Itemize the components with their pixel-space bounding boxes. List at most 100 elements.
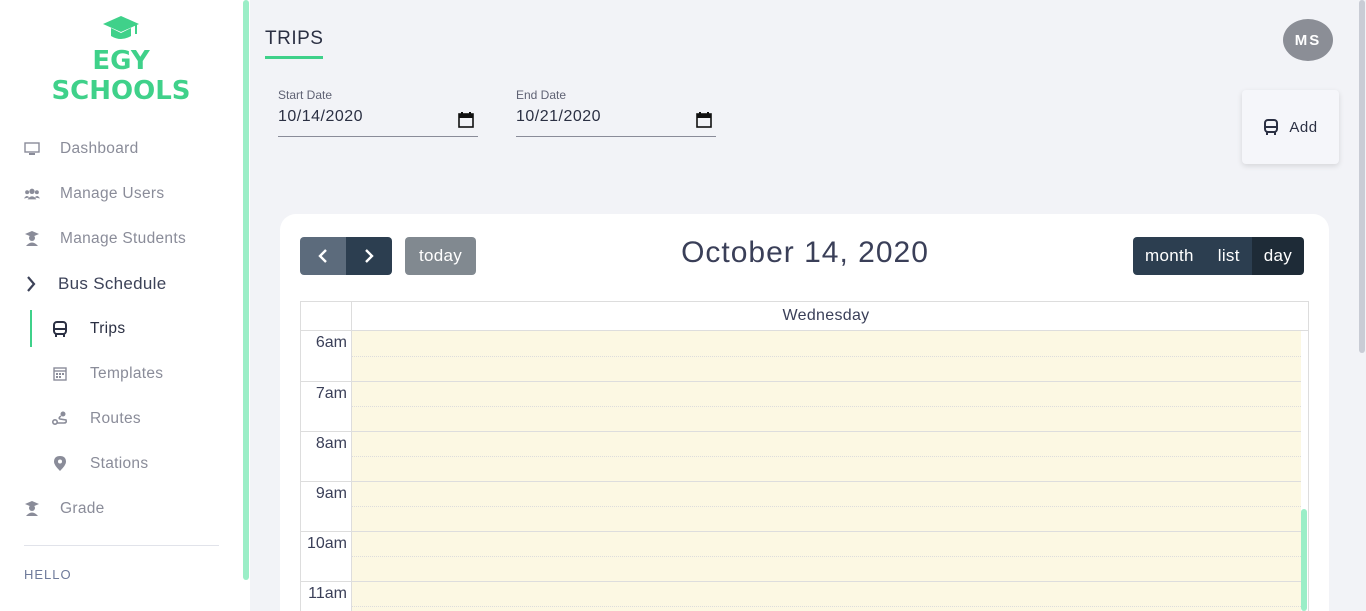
start-date-field[interactable]: Start Date 10/14/2020 — [278, 88, 478, 137]
calendar-nav-group — [300, 237, 392, 275]
slot-cell[interactable] — [352, 506, 1301, 531]
sidebar: EGY SCHOOLS Dashboard Manage Users Manag… — [0, 0, 250, 611]
prev-button[interactable] — [300, 237, 346, 275]
time-slot: 8am — [301, 431, 1308, 456]
sidebar-item-routes[interactable]: Routes — [0, 396, 243, 441]
time-label: 10am — [301, 531, 352, 556]
day-grid: Wednesday 6am 7am 8am 9am 10am 11am — [300, 301, 1309, 611]
time-slot — [301, 556, 1308, 581]
time-label: 11am — [301, 581, 352, 606]
sidebar-item-label: Manage Users — [60, 184, 165, 202]
slot-cell[interactable] — [352, 556, 1301, 581]
chevron-right-icon — [365, 249, 374, 263]
add-button-label: Add — [1289, 118, 1318, 136]
time-slot — [301, 456, 1308, 481]
time-label: 7am — [301, 381, 352, 406]
sidebar-scrollbar[interactable] — [243, 0, 249, 580]
sidebar-item-label: Routes — [90, 409, 141, 427]
end-date-value[interactable]: 10/21/2020 — [516, 108, 601, 125]
view-day-button[interactable]: day — [1251, 237, 1305, 275]
users-icon — [24, 186, 40, 202]
slot-cell[interactable] — [352, 431, 1301, 456]
sidebar-item-label: Bus Schedule — [58, 273, 167, 293]
start-date-label: Start Date — [278, 88, 333, 102]
time-slot — [301, 606, 1308, 611]
time-slot — [301, 506, 1308, 531]
brand-name: EGY SCHOOLS — [51, 46, 191, 106]
avatar[interactable]: MS — [1283, 19, 1333, 61]
sidebar-item-templates[interactable]: Templates — [0, 351, 243, 396]
sidebar-item-bus-schedule[interactable]: Bus Schedule — [0, 261, 243, 306]
today-button[interactable]: today — [405, 237, 476, 275]
time-label: 8am — [301, 431, 352, 456]
time-label-empty — [301, 556, 352, 581]
brand-logo[interactable]: EGY SCHOOLS — [36, 14, 206, 106]
graduation-cap-icon — [103, 16, 139, 39]
bus-icon — [1264, 119, 1279, 135]
calendar-scrollbar[interactable] — [1301, 509, 1307, 611]
route-icon — [52, 411, 68, 427]
time-label: 6am — [301, 331, 352, 356]
chevron-right-icon — [24, 275, 38, 292]
sidebar-item-label: Templates — [90, 364, 164, 382]
sidebar-item-manage-students[interactable]: Manage Students — [0, 216, 243, 261]
calendar-title: October 14, 2020 — [681, 236, 929, 269]
time-slot: 7am — [301, 381, 1308, 406]
view-month-button[interactable]: month — [1133, 237, 1206, 275]
end-date-field[interactable]: End Date 10/21/2020 — [516, 88, 716, 137]
sidebar-divider — [24, 545, 219, 546]
calendar-icon — [52, 366, 68, 382]
time-slot: 9am — [301, 481, 1308, 506]
sidebar-item-label: Stations — [90, 454, 149, 472]
sidebar-item-label: Dashboard — [60, 139, 139, 157]
sidebar-footer-text: HELLO — [24, 567, 72, 582]
time-slot — [301, 406, 1308, 431]
time-slots: 6am 7am 8am 9am 10am 11am — [301, 331, 1308, 611]
time-slot: 6am — [301, 331, 1308, 356]
sidebar-nav: Dashboard Manage Users Manage Students B… — [0, 126, 243, 531]
time-slot: 10am — [301, 531, 1308, 556]
next-button[interactable] — [346, 237, 392, 275]
page-title: TRIPS — [265, 28, 324, 59]
sidebar-item-dashboard[interactable]: Dashboard — [0, 126, 243, 171]
bus-icon — [52, 320, 68, 337]
axis-header — [301, 302, 352, 330]
time-label-empty — [301, 356, 352, 381]
sidebar-item-label: Trips — [90, 319, 126, 337]
sidebar-item-stations[interactable]: Stations — [0, 441, 243, 486]
slot-cell[interactable] — [352, 406, 1301, 431]
student-icon — [24, 231, 40, 247]
time-slot: 11am — [301, 581, 1308, 606]
slot-cell[interactable] — [352, 531, 1301, 556]
time-label-empty — [301, 506, 352, 531]
slot-cell[interactable] — [352, 356, 1301, 381]
map-marker-icon — [52, 456, 68, 472]
start-date-value[interactable]: 10/14/2020 — [278, 108, 363, 125]
slot-cell[interactable] — [352, 331, 1301, 356]
slot-cell[interactable] — [352, 456, 1301, 481]
page-scrollbar[interactable] — [1359, 0, 1365, 353]
view-list-button[interactable]: list — [1205, 237, 1252, 275]
slot-cell[interactable] — [352, 606, 1301, 611]
time-slot — [301, 356, 1308, 381]
view-switcher: month list day — [1133, 237, 1305, 275]
slot-cell[interactable] — [352, 381, 1301, 406]
time-label: 9am — [301, 481, 352, 506]
sidebar-item-grade[interactable]: Grade — [0, 486, 243, 531]
chevron-left-icon — [318, 249, 327, 263]
student-icon — [24, 501, 40, 517]
sidebar-item-trips[interactable]: Trips — [0, 306, 243, 351]
slot-cell[interactable] — [352, 581, 1301, 606]
calendar-picker-icon[interactable] — [458, 112, 474, 133]
sidebar-item-manage-users[interactable]: Manage Users — [0, 171, 243, 216]
calendar-picker-icon[interactable] — [696, 112, 712, 133]
grid-header: Wednesday — [301, 302, 1308, 331]
add-trip-button[interactable]: Add — [1242, 90, 1339, 164]
end-date-label: End Date — [516, 88, 567, 102]
day-header: Wednesday — [782, 307, 870, 324]
monitor-icon — [24, 141, 40, 157]
time-label-empty — [301, 456, 352, 481]
sidebar-item-label: Manage Students — [60, 229, 187, 247]
slot-cell[interactable] — [352, 481, 1301, 506]
sidebar-item-label: Grade — [60, 499, 105, 517]
